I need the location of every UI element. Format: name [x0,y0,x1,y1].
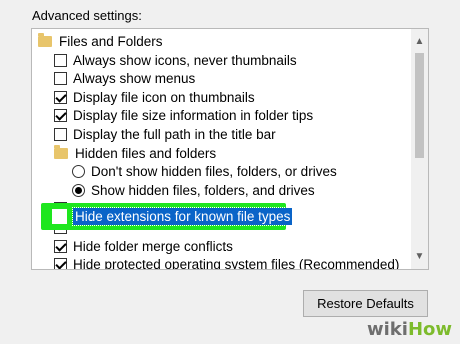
radio-button[interactable] [72,165,85,179]
chevron-down-icon[interactable]: ▼ [411,248,428,265]
option-label: Show hidden files, folders, and drives [91,182,315,198]
option-label: Always show icons, never thumbnails [73,52,297,68]
option-label: Hide folder merge conflicts [73,238,233,254]
checkbox[interactable] [54,239,67,253]
hide-extensions-row[interactable]: Hide extensions for known file types [52,206,294,227]
checkbox[interactable] [54,128,67,141]
watermark-how: How [407,319,452,340]
option-label: Display file icon on thumbnails [73,89,255,105]
option-label: Hide protected operating system files (R… [73,257,400,270]
checkbox[interactable] [54,53,67,67]
hide-extensions-label[interactable]: Hide extensions for known file types [71,207,294,226]
option-label: Always show menus [73,71,196,87]
watermark-wiki: wiki [366,319,408,340]
checkbox[interactable] [54,258,67,269]
advanced-settings-tree[interactable]: Files and Folders Always show icons, neve… [31,28,429,270]
restore-defaults-button[interactable]: Restore Defaults [303,290,428,317]
hide-extensions-checkbox[interactable] [52,209,67,224]
option-label: Don't show hidden files, folders, or dri… [91,164,337,180]
watermark: wikiHow [367,319,452,340]
scrollbar[interactable]: ▲ ▼ [411,29,428,269]
option-label: Display file size information in folder … [73,108,314,124]
chevron-up-icon[interactable]: ▲ [411,33,428,50]
checkbox[interactable] [54,72,67,86]
option-label: Files and Folders [59,34,163,49]
scroll-thumb[interactable] [415,53,424,158]
option-label: Display the full path in the title bar [73,127,276,142]
checkbox[interactable] [54,90,67,104]
folder-icon [54,144,68,159]
tree-option[interactable]: Hide protected operating system files (R… [54,254,400,270]
section-title: Advanced settings: [32,8,142,23]
folder-icon [38,33,52,47]
option-label: Hidden files and folders [75,145,217,161]
checkbox[interactable] [54,109,67,123]
radio-button[interactable] [72,183,85,197]
